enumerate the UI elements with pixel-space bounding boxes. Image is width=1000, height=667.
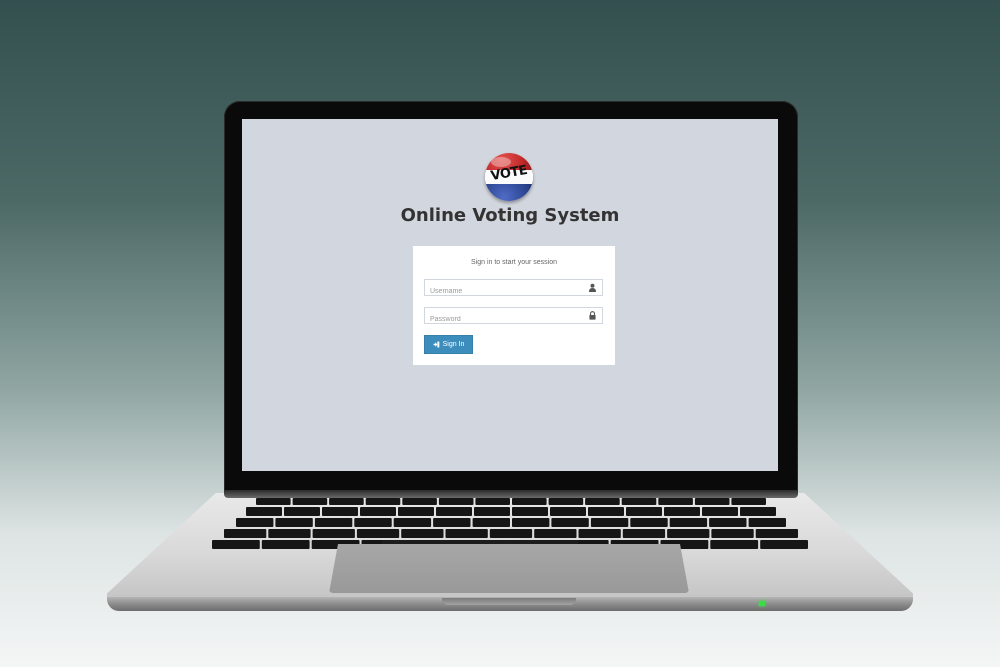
keyboard-key xyxy=(512,498,547,505)
keyboard-key xyxy=(314,518,353,527)
keyboard-key xyxy=(740,507,776,516)
keyboard-key xyxy=(401,529,444,538)
keyboard-key xyxy=(731,498,766,505)
keyboard-key xyxy=(436,507,472,516)
keyboard-key xyxy=(402,498,437,505)
keyboard-key xyxy=(474,507,510,516)
keyboard-key xyxy=(694,498,730,505)
trackpad xyxy=(329,544,689,593)
keyboard-key xyxy=(630,518,668,527)
keyboard-key xyxy=(445,529,488,538)
keyboard-key xyxy=(710,540,759,549)
keyboard-key xyxy=(711,529,754,538)
keyboard-key xyxy=(664,507,700,516)
keyboard-key xyxy=(475,498,510,505)
keyboard-key xyxy=(356,529,400,538)
keyboard-key xyxy=(284,507,320,516)
keyboard-key xyxy=(489,529,533,538)
keyboard-key xyxy=(760,540,808,549)
keyboard-key xyxy=(709,518,747,527)
keyboard-key xyxy=(512,518,550,527)
keyboard-key xyxy=(702,507,738,516)
keyboard-key xyxy=(365,498,401,505)
keyboard-key xyxy=(578,529,621,538)
keyboard-key xyxy=(393,518,432,527)
keyboard-key xyxy=(224,529,267,538)
keyboard-key xyxy=(512,507,548,516)
keyboard-key xyxy=(329,498,364,505)
keyboard-key xyxy=(588,507,624,516)
keyboard-key xyxy=(360,507,396,516)
power-led xyxy=(759,601,765,606)
keyboard-key xyxy=(398,507,434,516)
keyboard-key xyxy=(268,529,311,538)
keyboard-key xyxy=(433,518,471,527)
keyboard-key xyxy=(550,507,586,516)
keyboard-key xyxy=(261,540,310,549)
keyboard-key xyxy=(212,540,260,549)
keyboard-key xyxy=(472,518,510,527)
keyboard-key xyxy=(755,529,798,538)
keyboard-key xyxy=(658,498,693,505)
keyboard-key xyxy=(551,518,589,527)
keyboard-key xyxy=(438,498,474,505)
keyboard-key xyxy=(292,498,328,505)
keyboard-key xyxy=(236,518,274,527)
keyboard-key xyxy=(322,507,358,516)
keyboard-key xyxy=(534,529,577,538)
keyboard-key xyxy=(622,529,666,538)
keyboard-key xyxy=(256,498,291,505)
keyboard-key xyxy=(246,507,282,516)
keyboard-key xyxy=(669,518,708,527)
keyboard-key xyxy=(312,529,355,538)
keyboard-key xyxy=(626,507,662,516)
keyboard-key xyxy=(667,529,710,538)
keyboard-key xyxy=(585,498,620,505)
keyboard-key xyxy=(590,518,629,527)
keyboard-key xyxy=(275,518,313,527)
keyboard-key xyxy=(548,498,584,505)
keyboard-key xyxy=(354,518,392,527)
laptop-notch xyxy=(442,598,576,605)
keyboard-key xyxy=(748,518,786,527)
keyboard-key xyxy=(621,498,657,505)
